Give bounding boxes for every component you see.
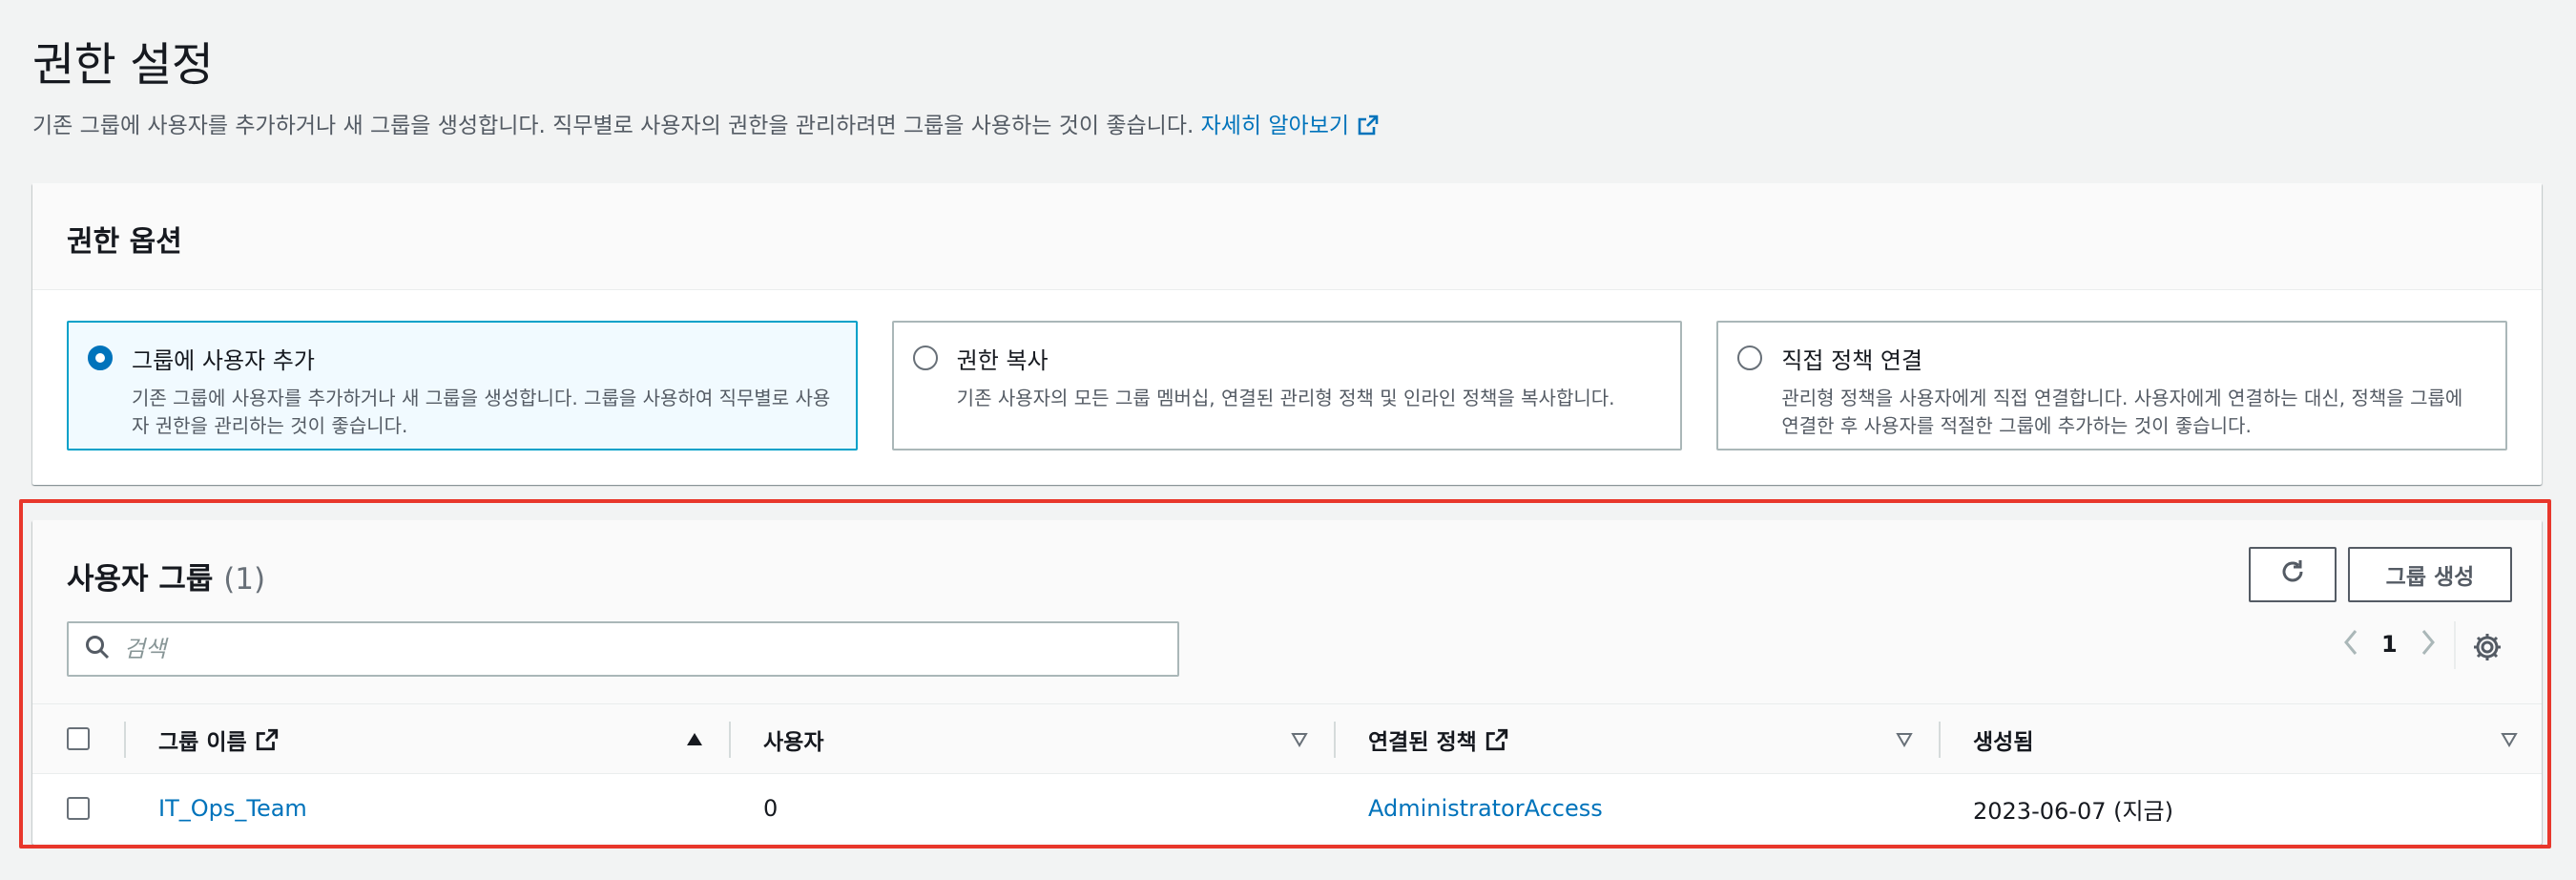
page-number[interactable]: 1 [2381,631,2398,658]
page-title: 권한 설정 [32,38,214,92]
select-all-checkbox[interactable] [67,727,90,750]
create-group-button[interactable]: 그룹 생성 [2348,547,2512,602]
column-header-created[interactable]: 생성됨 [1973,704,2033,775]
external-link-icon [1357,114,1380,136]
column-header-attached-policies[interactable]: 연결된 정책 [1368,704,1509,775]
search-input[interactable] [124,636,1078,662]
select-all-cell [32,727,124,750]
pagination-divider [2454,621,2456,669]
user-groups-count: (1) [223,562,266,597]
sort-icon[interactable] [1290,730,1309,753]
option-description: 관리형 정책을 사용자에게 직접 연결합니다. 사용자에게 연결하는 대신, 정… [1781,387,2463,437]
learn-more-label: 자세히 알아보기 [1200,114,1350,138]
refresh-button[interactable] [2249,547,2337,602]
user-groups-title: 사용자 그룹 [67,562,214,597]
pagination: 1 [2341,627,2438,661]
column-divider[interactable] [1939,722,1941,758]
external-link-icon [255,727,280,752]
radio-add-to-group[interactable] [88,346,113,370]
description-text: 기존 그룹에 사용자를 추가하거나 새 그룹을 생성합니다. 직무별로 사용자의… [32,114,1195,138]
page-description: 기존 그룹에 사용자를 추가하거나 새 그룹을 생성합니다. 직무별로 사용자의… [32,107,1380,139]
option-attach-policies[interactable]: 직접 정책 연결 관리형 정책을 사용자에게 직접 연결합니다. 사용자에게 연… [1716,321,2508,450]
option-label: 그룹에 사용자 추가 [132,347,315,374]
created-cell: 2023-06-07 (지금) [1973,797,2173,825]
user-groups-heading: 사용자 그룹 (1) [67,555,265,597]
column-header-users[interactable]: 사용자 [763,704,823,775]
column-label: 연결된 정책 [1368,730,1477,755]
learn-more-link[interactable]: 자세히 알아보기 [1201,114,1380,138]
radio-copy-permissions[interactable] [912,346,938,370]
column-label: 사용자 [763,730,824,755]
next-page-icon[interactable] [2419,627,2438,661]
group-name-cell: IT_Ops_Team [158,774,307,843]
permission-options-panel: 권한 옵션 그룹에 사용자 추가 기존 그룹에 사용자를 추가하거나 새 그룹을… [32,183,2542,485]
permission-options-title: 권한 옵션 [32,183,2542,290]
radio-attach-policies[interactable] [1737,346,1763,370]
row-select-cell [32,797,124,820]
permission-options-tiles: 그룹에 사용자 추가 기존 그룹에 사용자를 추가하거나 새 그룹을 생성합니다… [67,321,2508,450]
policy-link[interactable]: AdministratorAccess [1368,795,1603,822]
search-field[interactable] [67,621,1179,677]
option-label: 권한 복사 [956,347,1049,374]
column-label: 그룹 이름 [158,730,247,755]
table-header: 그룹 이름 사용자 연결된 정책 생성됨 [32,703,2542,774]
sort-icon[interactable] [1895,730,1914,753]
option-description: 기존 사용자의 모든 그룹 멤버십, 연결된 관리형 정책 및 인라인 정책을 … [956,387,1615,409]
column-header-group-name[interactable]: 그룹 이름 [158,704,280,775]
row-checkbox[interactable] [67,797,90,820]
gear-icon[interactable] [2471,631,2503,667]
column-label: 생성됨 [1973,730,2034,755]
option-copy-permissions[interactable]: 권한 복사 기존 사용자의 모든 그룹 멤버십, 연결된 관리형 정책 및 인라… [891,321,1683,450]
column-divider[interactable] [1334,722,1336,758]
refresh-icon [2277,556,2308,593]
previous-page-icon[interactable] [2341,627,2360,661]
option-add-to-group[interactable]: 그룹에 사용자 추가 기존 그룹에 사용자를 추가하거나 새 그룹을 생성합니다… [67,321,858,450]
option-description: 기존 그룹에 사용자를 추가하거나 새 그룹을 생성합니다. 그룹을 사용하여 … [132,387,831,437]
search-icon [84,634,111,664]
column-divider [124,722,126,758]
table-row: IT_Ops_Team 0 AdministratorAccess 2023-0… [32,774,2542,843]
users-cell: 0 [763,795,779,822]
column-divider[interactable] [729,722,731,758]
external-link-icon [1485,727,1509,752]
group-name-link[interactable]: IT_Ops_Team [158,795,307,822]
sort-ascending-icon[interactable] [685,730,704,753]
option-label: 직접 정책 연결 [1781,347,1923,374]
user-groups-table: 그룹 이름 사용자 연결된 정책 생성됨 IT_Ops_Team 0 Admin… [32,703,2542,843]
user-groups-panel: 사용자 그룹 (1) 그룹 생성 1 그룹 이름 사용자 연결된 [32,520,2542,845]
sort-icon[interactable] [2500,730,2519,753]
policy-cell: AdministratorAccess [1368,774,1603,843]
